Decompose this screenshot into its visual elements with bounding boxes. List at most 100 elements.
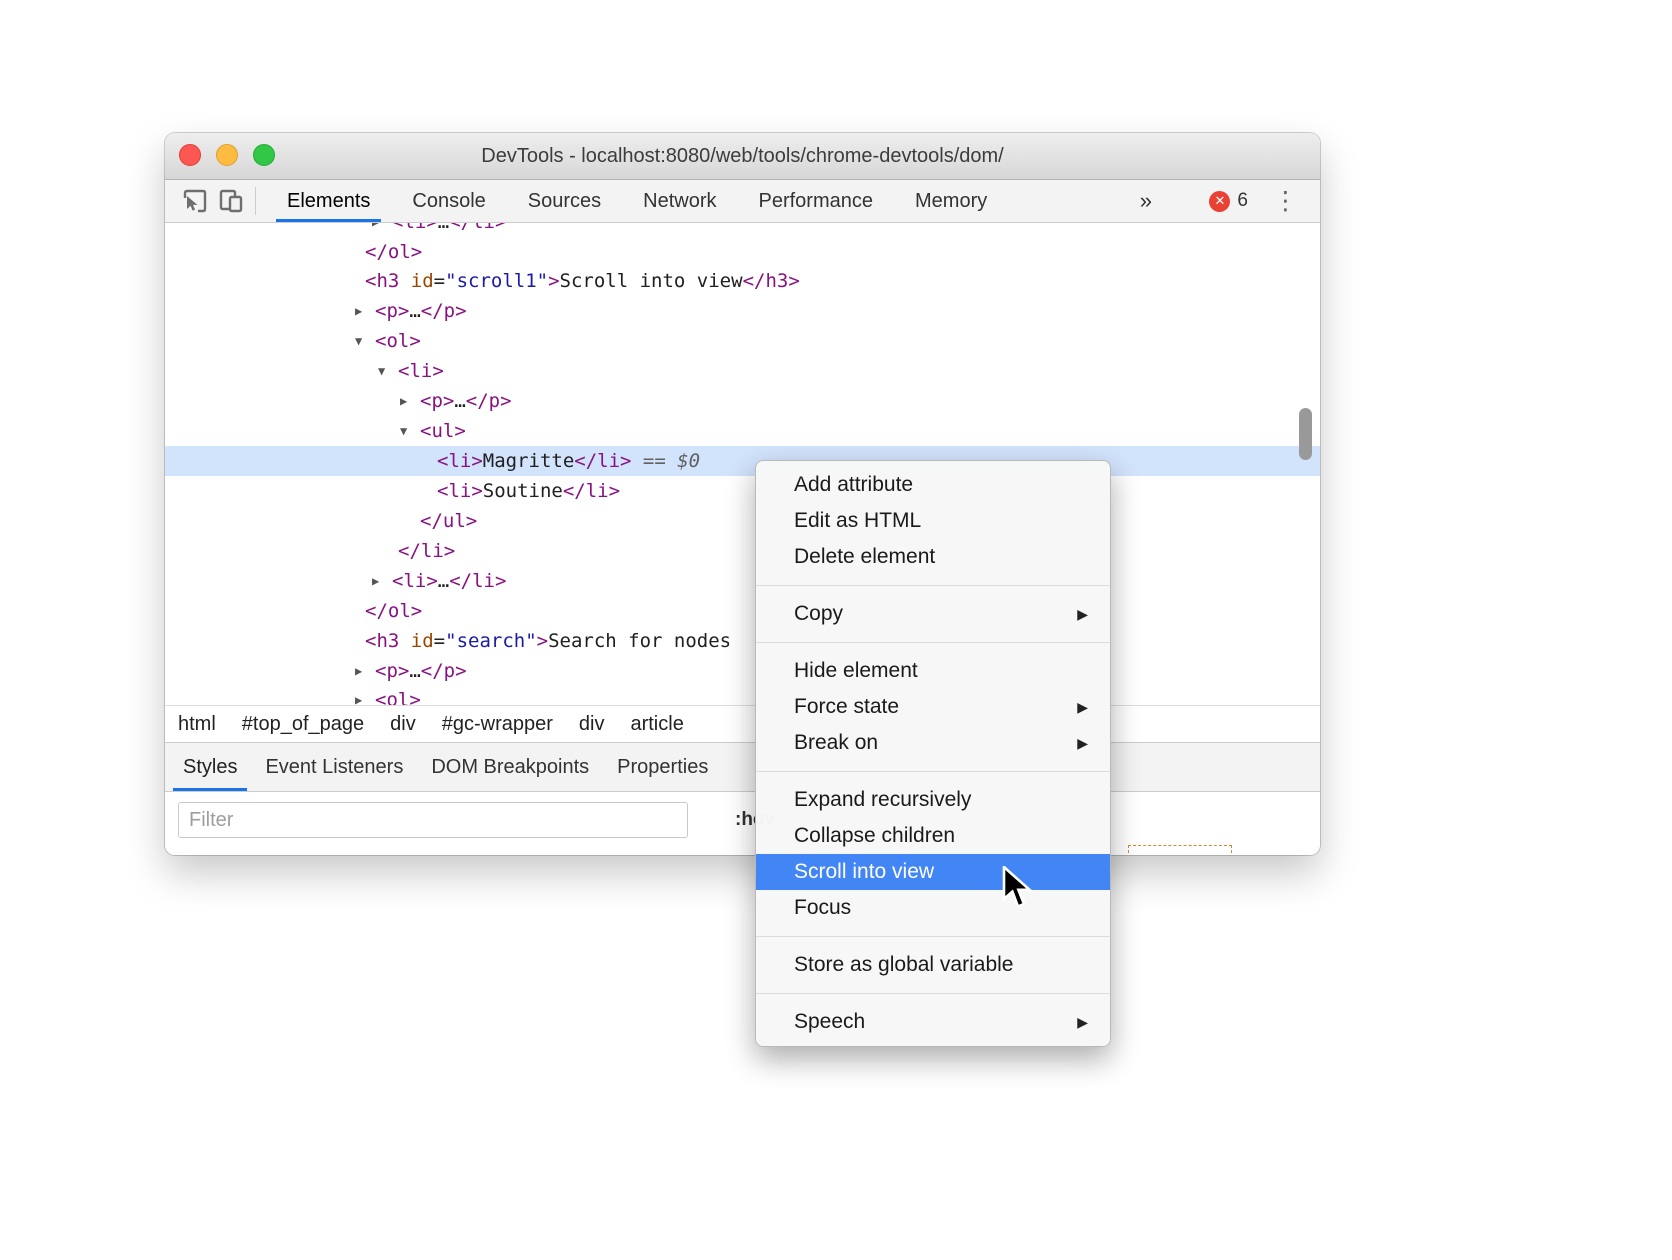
menu-separator [756, 771, 1110, 772]
menu-item-label: Delete element [794, 545, 935, 568]
menu-item-label: Edit as HTML [794, 509, 921, 532]
breadcrumb-item-top-of-page[interactable]: #top_of_page [242, 713, 364, 736]
tab-sources[interactable]: Sources [507, 180, 622, 222]
dom-node-row[interactable]: ▼<ul> [165, 416, 1320, 446]
expand-arrow-icon[interactable]: ▶ [355, 685, 362, 705]
submenu-arrow-icon: ▶ [1077, 689, 1088, 725]
collapse-arrow-icon[interactable]: ▼ [400, 416, 407, 446]
dom-node-text: <ol> [165, 326, 1320, 356]
dom-node-row[interactable]: ▼<li> [165, 356, 1320, 386]
traffic-lights [179, 144, 275, 166]
sidebar-tab-event-listeners[interactable]: Event Listeners [251, 743, 417, 791]
breadcrumb-item-gc-wrapper[interactable]: #gc-wrapper [442, 713, 553, 736]
dom-node-text: <h3 id="scroll1">Scroll into view</h3> [165, 266, 1320, 296]
device-toolbar-icon[interactable] [213, 183, 249, 219]
breadcrumb-item-div[interactable]: div [390, 713, 416, 736]
dom-node-row[interactable]: </li> [165, 536, 1320, 566]
expand-arrow-icon[interactable]: ▶ [372, 223, 379, 237]
menu-separator [756, 642, 1110, 643]
dom-node-text: <p>…</p> [165, 296, 1320, 326]
menu-item-label: Add attribute [794, 473, 913, 496]
menu-item-label: Break on [794, 731, 878, 754]
breadcrumb-item-div[interactable]: div [579, 713, 605, 736]
dom-node-row[interactable]: ▶<p>…</p> [165, 656, 1320, 686]
dom-node-row[interactable]: </ul> [165, 506, 1320, 536]
error-icon: ✕ [1209, 191, 1230, 212]
dom-node-row[interactable]: ▼<ol> [165, 326, 1320, 356]
dom-node-text: <li>Soutine</li> [165, 476, 1320, 506]
dom-node-text: <p>…</p> [165, 656, 1320, 686]
toolbar-divider [255, 187, 256, 215]
menu-item-copy[interactable]: Copy▶ [756, 596, 1110, 632]
title-bar: DevTools - localhost:8080/web/tools/chro… [165, 133, 1320, 180]
sidebar-tab-properties[interactable]: Properties [603, 743, 722, 791]
menu-item-focus[interactable]: Focus [756, 890, 1110, 926]
sidebar-tab-dom-breakpoints[interactable]: DOM Breakpoints [417, 743, 603, 791]
expand-arrow-icon[interactable]: ▶ [400, 386, 407, 416]
tab-network[interactable]: Network [622, 180, 737, 222]
window-title: DevTools - localhost:8080/web/tools/chro… [165, 133, 1320, 179]
styles-filter-input[interactable] [178, 802, 688, 838]
breadcrumb-item-article[interactable]: article [630, 713, 683, 736]
dom-node-text: </ul> [165, 506, 1320, 536]
dom-node-row[interactable]: </ol> [165, 596, 1320, 626]
kebab-menu-icon[interactable]: ⋮ [1273, 186, 1298, 216]
breadcrumb: html #top_of_page div #gc-wrapper div article [165, 705, 1320, 742]
minimize-window-button[interactable] [216, 144, 238, 166]
menu-item-store-as-global-variable[interactable]: Store as global variable [756, 947, 1110, 983]
expand-arrow-icon[interactable]: ▶ [372, 566, 379, 596]
devtools-toolbar: ElementsConsoleSourcesNetworkPerformance… [165, 180, 1320, 223]
collapse-arrow-icon[interactable]: ▼ [378, 356, 385, 386]
menu-item-expand-recursively[interactable]: Expand recursively [756, 782, 1110, 818]
dom-node-text: <li>Magritte</li> == $0 [165, 446, 1320, 476]
more-tabs-icon[interactable]: » [1140, 188, 1152, 214]
scrollbar-thumb[interactable] [1299, 408, 1312, 460]
dom-node-row[interactable]: ▶<li>…</li> [165, 566, 1320, 596]
close-window-button[interactable] [179, 144, 201, 166]
dom-node-text: <ul> [165, 416, 1320, 446]
menu-item-speech[interactable]: Speech▶ [756, 1004, 1110, 1040]
error-badge[interactable]: ✕ 6 [1209, 190, 1248, 212]
menu-item-add-attribute[interactable]: Add attribute [756, 467, 1110, 503]
inspect-icon[interactable] [177, 183, 213, 219]
dom-node-row[interactable]: <li>Magritte</li> == $0 [165, 446, 1320, 476]
menu-item-collapse-children[interactable]: Collapse children [756, 818, 1110, 854]
submenu-arrow-icon: ▶ [1077, 1004, 1088, 1040]
menu-item-scroll-into-view[interactable]: Scroll into view [756, 854, 1110, 890]
tab-performance[interactable]: Performance [738, 180, 895, 222]
dom-node-text: <ol> [165, 685, 1320, 705]
dom-node-row[interactable]: <li>Soutine</li> [165, 476, 1320, 506]
dom-node-row[interactable]: ▶<ol> [165, 685, 1320, 705]
menu-item-label: Force state [794, 695, 899, 718]
dom-node-row[interactable]: ▶<li>…</li> [165, 223, 1320, 237]
dom-node-row[interactable]: </ol> [165, 237, 1320, 267]
tab-memory[interactable]: Memory [894, 180, 1008, 222]
zoom-window-button[interactable] [253, 144, 275, 166]
sidebar-tab-styles[interactable]: Styles [169, 743, 251, 791]
menu-separator [756, 936, 1110, 937]
tab-elements[interactable]: Elements [266, 180, 391, 222]
dom-node-row[interactable]: <h3 id="scroll1">Scroll into view</h3> [165, 266, 1320, 296]
menu-item-label: Scroll into view [794, 860, 934, 883]
menu-item-edit-as-html[interactable]: Edit as HTML [756, 503, 1110, 539]
menu-item-label: Hide element [794, 659, 918, 682]
dom-node-row[interactable]: ▶<p>…</p> [165, 296, 1320, 326]
dom-node-row[interactable]: <h3 id="search">Search for nodes [165, 626, 1320, 656]
menu-item-hide-element[interactable]: Hide element [756, 653, 1110, 689]
dom-node-text: <li>…</li> [165, 223, 1320, 237]
dom-node-row[interactable]: ▶<p>…</p> [165, 386, 1320, 416]
context-menu: Add attribute Edit as HTML Delete element C… [755, 460, 1111, 1047]
menu-item-break-on[interactable]: Break on▶ [756, 725, 1110, 761]
styles-pane-dashed-box [1128, 845, 1232, 855]
expand-arrow-icon[interactable]: ▶ [355, 296, 362, 326]
tab-console[interactable]: Console [391, 180, 506, 222]
menu-item-force-state[interactable]: Force state ▶ [756, 689, 1110, 725]
expand-arrow-icon[interactable]: ▶ [355, 656, 362, 686]
menu-item-label: Collapse children [794, 824, 955, 847]
collapse-arrow-icon[interactable]: ▼ [355, 326, 362, 356]
error-count: 6 [1237, 190, 1248, 212]
breadcrumb-item-html[interactable]: html [178, 713, 216, 736]
menu-separator [756, 993, 1110, 994]
dom-node-text: </ol> [165, 237, 1320, 267]
menu-item-delete-element[interactable]: Delete element [756, 539, 1110, 575]
